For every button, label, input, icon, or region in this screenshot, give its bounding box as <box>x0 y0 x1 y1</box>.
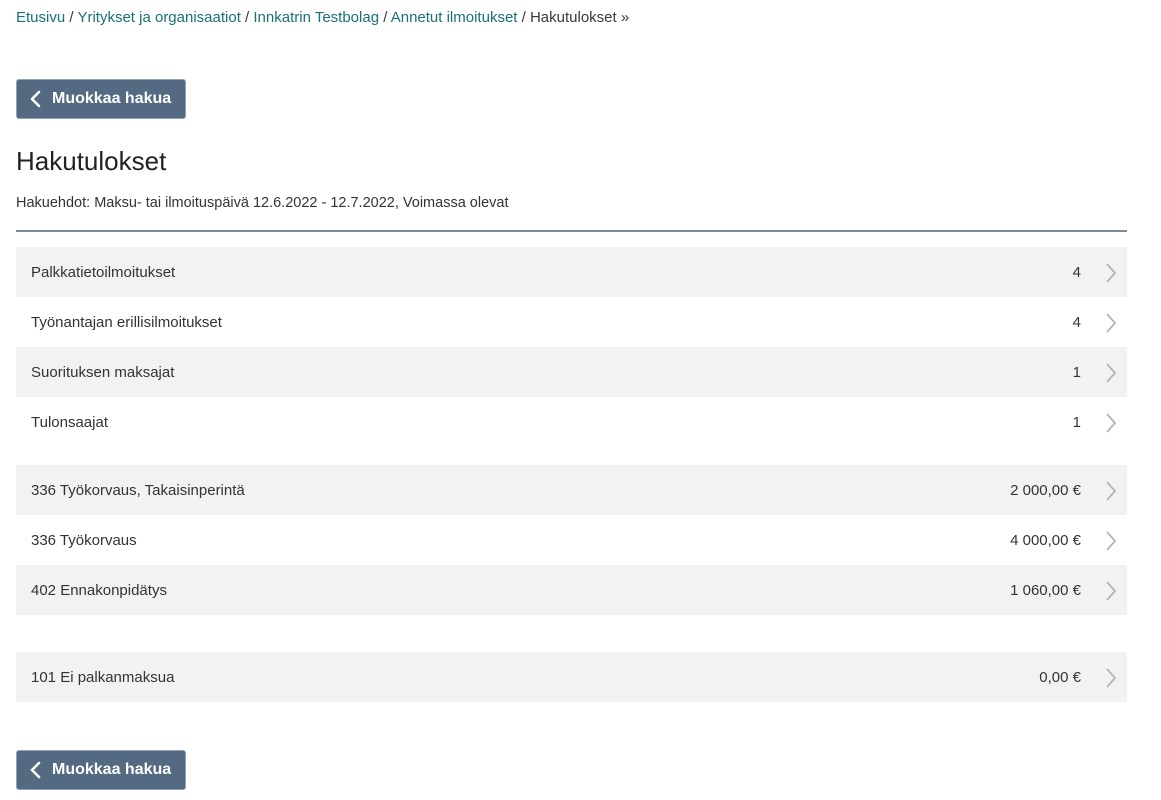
search-criteria: Hakuehdot: Maksu- tai ilmoituspäivä 12.6… <box>16 195 509 211</box>
result-row[interactable]: 336 Työkorvaus 4 000,00 € <box>16 515 1127 565</box>
edit-search-button-label: Muokkaa hakua <box>52 90 172 107</box>
chevron-right-icon <box>1106 313 1117 333</box>
breadcrumb: Etusivu / Yritykset ja organisaatiot / I… <box>16 8 629 28</box>
breadcrumb-separator: / <box>383 9 388 26</box>
page-title: Hakutulokset <box>16 146 167 176</box>
chevron-left-icon <box>30 761 41 779</box>
divider <box>16 230 1127 232</box>
result-row-value: 4 <box>1072 313 1081 331</box>
chevron-right-icon <box>1106 531 1117 551</box>
result-row-label: 336 Työkorvaus, Takaisinperintä <box>31 481 245 499</box>
result-row-value: 4 000,00 € <box>1010 531 1081 549</box>
chevron-left-icon <box>30 90 41 108</box>
results-group-no-payments: 101 Ei palkanmaksua 0,00 € <box>16 652 1127 702</box>
breadcrumb-link-organisations[interactable]: Yritykset ja organisaatiot <box>77 9 240 26</box>
result-row-label: 402 Ennakonpidätys <box>31 581 167 599</box>
breadcrumb-link-company[interactable]: Innkatrin Testbolag <box>253 9 379 26</box>
results-group-payments: 336 Työkorvaus, Takaisinperintä 2 000,00… <box>16 465 1127 615</box>
result-row-label: 101 Ei palkanmaksua <box>31 668 175 686</box>
result-row-value: 4 <box>1072 263 1081 281</box>
results-group-reports: Palkkatietoilmoitukset 4 Työnantajan eri… <box>16 247 1127 447</box>
edit-search-button-label: Muokkaa hakua <box>52 761 172 778</box>
chevron-right-icon <box>1106 481 1117 501</box>
result-row[interactable]: 101 Ei palkanmaksua 0,00 € <box>16 652 1127 702</box>
edit-search-button-bottom[interactable]: Muokkaa hakua <box>16 750 186 790</box>
chevron-right-icon <box>1106 363 1117 383</box>
result-row[interactable]: Suorituksen maksajat 1 <box>16 347 1127 397</box>
result-row-value: 0,00 € <box>1039 668 1081 686</box>
result-row[interactable]: Työnantajan erillisilmoitukset 4 <box>16 297 1127 347</box>
result-row-label: Työnantajan erillisilmoitukset <box>31 313 222 331</box>
edit-search-button[interactable]: Muokkaa hakua <box>16 79 186 119</box>
result-row-value: 1 060,00 € <box>1010 581 1081 599</box>
result-row[interactable]: Palkkatietoilmoitukset 4 <box>16 247 1127 297</box>
breadcrumb-separator: / <box>521 9 526 26</box>
chevron-right-icon <box>1106 263 1117 283</box>
result-row-value: 1 <box>1072 363 1081 381</box>
breadcrumb-link-home[interactable]: Etusivu <box>16 9 65 26</box>
result-row-label: Suorituksen maksajat <box>31 363 175 381</box>
result-row-label: Tulonsaajat <box>31 413 108 431</box>
chevron-right-icon <box>1106 668 1117 688</box>
result-row[interactable]: 336 Työkorvaus, Takaisinperintä 2 000,00… <box>16 465 1127 515</box>
result-row-value: 1 <box>1072 413 1081 431</box>
result-row[interactable]: 402 Ennakonpidätys 1 060,00 € <box>16 565 1127 615</box>
breadcrumb-link-submitted-reports[interactable]: Annetut ilmoitukset <box>391 9 518 26</box>
chevron-right-icon <box>1106 581 1117 601</box>
result-row-value: 2 000,00 € <box>1010 481 1081 499</box>
result-row-label: 336 Työkorvaus <box>31 531 137 549</box>
result-row-label: Palkkatietoilmoitukset <box>31 263 176 281</box>
result-row[interactable]: Tulonsaajat 1 <box>16 397 1127 447</box>
breadcrumb-current: Hakutulokset » <box>529 9 630 26</box>
chevron-right-icon <box>1106 413 1117 433</box>
